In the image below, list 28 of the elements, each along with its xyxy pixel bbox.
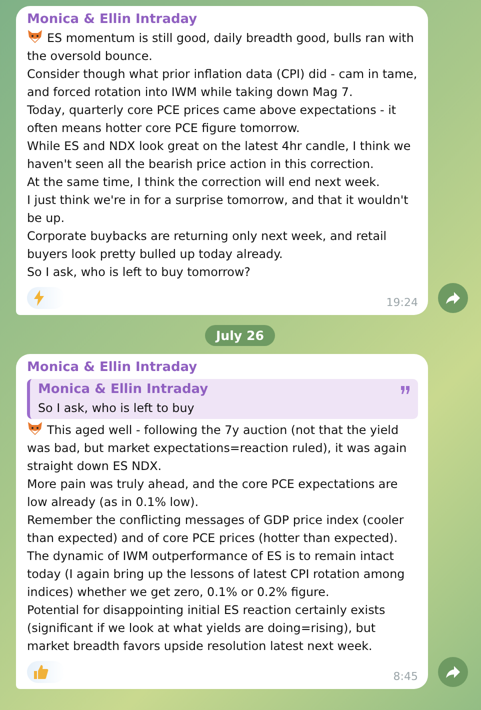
quote-text: So I ask, who is left to buy: [38, 400, 196, 417]
forward-button[interactable]: [438, 283, 468, 313]
message-text: At the same time, I think the correction will end next week.: [27, 174, 381, 191]
message-text: This aged well - following the 7y auction (not that the yield was bad, but market expectations=reaction ruled), it was again straight down ES NDX.: [27, 421, 408, 475]
share-arrow-icon: [446, 292, 460, 304]
message-text: While ES and NDX look great on the latest 4hr candle, I think we haven't seen all the bearish price action in this correction.: [27, 138, 412, 173]
fox-icon: [27, 29, 43, 44]
sender-name: Monica & Ellin Intraday: [27, 11, 198, 29]
message-time: 19:24: [386, 296, 418, 309]
quote-sender: Monica & Ellin Intraday: [38, 381, 208, 399]
message-time: 8:45: [393, 670, 418, 683]
quote-icon: [401, 386, 410, 394]
fox-icon: [27, 421, 43, 436]
message-text: Potential for disappointing initial ES reaction certainly exists (significant if we look at what yields are doing=rising), but market breadth favors upside resolution latest next week.: [27, 602, 386, 655]
message-text: Remember the conflicting messages of GDP price index (cooler than expected) and of core PCE prices (hotter than expected).: [27, 512, 405, 547]
message-text: ES momentum is still good, daily breadth good, bulls ran with the oversold bounce.: [27, 29, 415, 65]
quoted-message[interactable]: Monica & Ellin Intraday So I ask, who is left to buy: [27, 379, 418, 419]
sender-name: Monica & Ellin Intraday: [27, 359, 198, 377]
forward-button[interactable]: [438, 657, 468, 687]
share-arrow-icon: [446, 666, 460, 678]
date-separator: July 26: [204, 325, 276, 346]
message-text: More pain was truly ahead, and the core PCE expectations are low already (as in 0.1% low).: [27, 476, 399, 511]
message-text: I just think we're in for a surprise tomorrow, and that it wouldn't be up.: [27, 192, 410, 227]
message-text: Today, quarterly core PCE prices came above expectations - it often means hotter core PCE figure tomorrow.: [27, 102, 398, 137]
message-text: The dynamic of IWM outperformance of ES is to remain intact today (I again bring up the lessons of latest CPI rotation among indices) whether we get zero, 0.1% or 0.2% figure.: [27, 548, 406, 601]
message-text: Corporate buybacks are returning only next week, and retail buyers look pretty bulled up today already.: [27, 228, 388, 263]
message-text: Consider though what prior inflation data (CPI) did - cam in tame, and forced rotation into IWM while taking down Mag 7.: [27, 66, 418, 101]
message-text: So I ask, who is left to buy tomorrow?: [27, 264, 252, 281]
